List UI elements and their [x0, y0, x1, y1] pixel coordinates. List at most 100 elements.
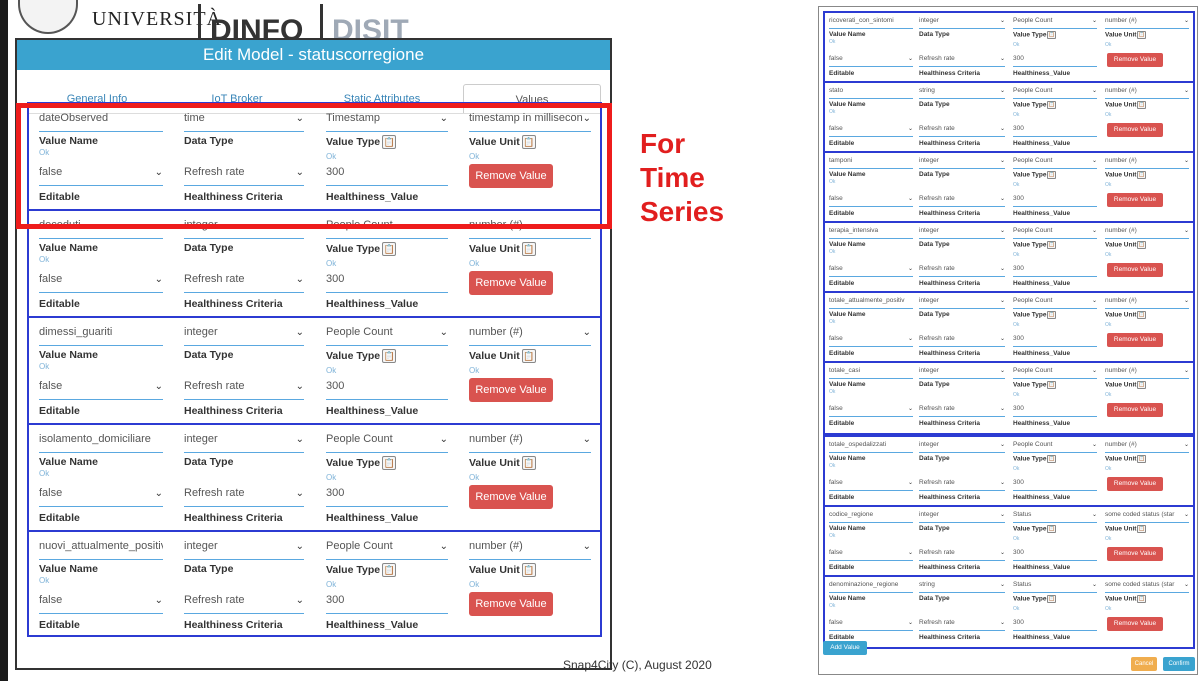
data-type-select[interactable]: integer ⌄	[184, 540, 304, 560]
clipboard-icon[interactable]: 📋	[382, 349, 397, 363]
data-type-select[interactable]: integer ⌄	[919, 297, 1005, 309]
value-type-select[interactable]: People Count ⌄	[326, 540, 448, 560]
clipboard-icon[interactable]: 📋	[1137, 595, 1147, 603]
clipboard-icon[interactable]: 📋	[1137, 241, 1147, 249]
remove-value-button[interactable]: Remove Value	[1107, 333, 1163, 347]
editable-select[interactable]: false ⌄	[829, 549, 913, 561]
remove-value-button[interactable]: Remove Value	[1107, 123, 1163, 137]
clipboard-icon[interactable]: 📋	[1047, 525, 1057, 533]
editable-select[interactable]: false ⌄	[39, 487, 163, 507]
value-name-input[interactable]: totale_ospedalizzati	[829, 441, 913, 453]
value-name-input[interactable]: totale_attualmente_positiv	[829, 297, 913, 309]
value-unit-select[interactable]: number (#) ⌄	[469, 326, 591, 346]
editable-select[interactable]: false ⌄	[39, 594, 163, 614]
value-unit-select[interactable]: number (#) ⌄	[1105, 17, 1189, 29]
healthiness-value-input[interactable]: 300	[1013, 479, 1097, 491]
clipboard-icon[interactable]: 📋	[1047, 455, 1057, 463]
value-type-select[interactable]: People Count ⌄	[326, 433, 448, 453]
healthiness-criteria-select[interactable]: Refresh rate ⌄	[919, 335, 1005, 347]
remove-value-button[interactable]: Remove Value	[1107, 617, 1163, 631]
healthiness-criteria-select[interactable]: Refresh rate ⌄	[184, 594, 304, 614]
healthiness-value-input[interactable]: 300	[1013, 549, 1097, 561]
confirm-button[interactable]: Confirm	[1163, 657, 1195, 671]
remove-value-button[interactable]: Remove Value	[1107, 193, 1163, 207]
clipboard-icon[interactable]: 📋	[1137, 171, 1147, 179]
editable-select[interactable]: false ⌄	[829, 195, 913, 207]
value-type-select[interactable]: People Count ⌄	[1013, 17, 1097, 29]
clipboard-icon[interactable]: 📋	[1047, 311, 1057, 319]
healthiness-value-input[interactable]: 300	[1013, 335, 1097, 347]
healthiness-value-input[interactable]: 300	[1013, 265, 1097, 277]
healthiness-criteria-select[interactable]: Refresh rate ⌄	[919, 55, 1005, 67]
data-type-select[interactable]: integer ⌄	[184, 326, 304, 346]
healthiness-criteria-select[interactable]: Refresh rate ⌄	[919, 549, 1005, 561]
value-unit-select[interactable]: number (#) ⌄	[1105, 297, 1189, 309]
healthiness-value-input[interactable]: 300	[1013, 55, 1097, 67]
data-type-select[interactable]: integer ⌄	[184, 433, 304, 453]
value-name-input[interactable]: totale_casi	[829, 367, 913, 379]
value-type-select[interactable]: People Count ⌄	[1013, 87, 1097, 99]
remove-value-button[interactable]: Remove Value	[469, 592, 553, 616]
healthiness-criteria-select[interactable]: Refresh rate ⌄	[184, 487, 304, 507]
data-type-select[interactable]: integer ⌄	[919, 157, 1005, 169]
value-unit-select[interactable]: some coded status (star ⌄	[1105, 581, 1189, 593]
healthiness-value-input[interactable]: 300	[326, 380, 448, 400]
remove-value-button[interactable]: Remove Value	[1107, 53, 1163, 67]
data-type-select[interactable]: integer ⌄	[919, 511, 1005, 523]
clipboard-icon[interactable]: 📋	[1047, 381, 1057, 389]
value-type-select[interactable]: People Count ⌄	[1013, 441, 1097, 453]
data-type-select[interactable]: integer ⌄	[919, 227, 1005, 239]
editable-select[interactable]: false ⌄	[829, 125, 913, 137]
editable-select[interactable]: false ⌄	[829, 405, 913, 417]
value-unit-select[interactable]: number (#) ⌄	[469, 433, 591, 453]
value-unit-select[interactable]: number (#) ⌄	[1105, 367, 1189, 379]
healthiness-criteria-select[interactable]: Refresh rate ⌄	[919, 479, 1005, 491]
clipboard-icon[interactable]: 📋	[1047, 31, 1057, 39]
value-type-select[interactable]: Status ⌄	[1013, 581, 1097, 593]
clipboard-icon[interactable]: 📋	[521, 242, 536, 256]
healthiness-value-input[interactable]: 300	[1013, 405, 1097, 417]
clipboard-icon[interactable]: 📋	[382, 563, 397, 577]
remove-value-button[interactable]: Remove Value	[1107, 547, 1163, 561]
healthiness-value-input[interactable]: 300	[1013, 125, 1097, 137]
data-type-select[interactable]: string ⌄	[919, 581, 1005, 593]
clipboard-icon[interactable]: 📋	[382, 456, 397, 470]
cancel-button[interactable]: Cancel	[1131, 657, 1157, 671]
clipboard-icon[interactable]: 📋	[521, 563, 536, 577]
data-type-select[interactable]: integer ⌄	[919, 367, 1005, 379]
healthiness-value-input[interactable]: 300	[326, 594, 448, 614]
value-name-input[interactable]: tamponi	[829, 157, 913, 169]
value-name-input[interactable]: codice_regione	[829, 511, 913, 523]
clipboard-icon[interactable]: 📋	[1047, 101, 1057, 109]
value-type-select[interactable]: People Count ⌄	[1013, 227, 1097, 239]
value-unit-select[interactable]: number (#) ⌄	[1105, 157, 1189, 169]
remove-value-button[interactable]: Remove Value	[469, 271, 553, 295]
healthiness-value-input[interactable]: 300	[1013, 619, 1097, 631]
clipboard-icon[interactable]: 📋	[1137, 525, 1147, 533]
editable-select[interactable]: false ⌄	[829, 55, 913, 67]
value-name-input[interactable]: stato	[829, 87, 913, 99]
healthiness-criteria-select[interactable]: Refresh rate ⌄	[184, 273, 304, 293]
healthiness-criteria-select[interactable]: Refresh rate ⌄	[184, 380, 304, 400]
remove-value-button[interactable]: Remove Value	[1107, 263, 1163, 277]
value-unit-select[interactable]: number (#) ⌄	[1105, 441, 1189, 453]
value-type-select[interactable]: People Count ⌄	[326, 326, 448, 346]
clipboard-icon[interactable]: 📋	[1047, 595, 1057, 603]
clipboard-icon[interactable]: 📋	[1137, 31, 1147, 39]
clipboard-icon[interactable]: 📋	[1137, 455, 1147, 463]
editable-select[interactable]: false ⌄	[829, 479, 913, 491]
data-type-select[interactable]: integer ⌄	[919, 441, 1005, 453]
clipboard-icon[interactable]: 📋	[1047, 171, 1057, 179]
healthiness-criteria-select[interactable]: Refresh rate ⌄	[919, 619, 1005, 631]
value-type-select[interactable]: People Count ⌄	[1013, 367, 1097, 379]
value-type-select[interactable]: People Count ⌄	[1013, 157, 1097, 169]
healthiness-criteria-select[interactable]: Refresh rate ⌄	[919, 195, 1005, 207]
remove-value-button[interactable]: Remove Value	[1107, 403, 1163, 417]
healthiness-criteria-select[interactable]: Refresh rate ⌄	[919, 405, 1005, 417]
remove-value-button[interactable]: Remove Value	[1107, 477, 1163, 491]
value-type-select[interactable]: People Count ⌄	[1013, 297, 1097, 309]
remove-value-button[interactable]: Remove Value	[469, 485, 553, 509]
clipboard-icon[interactable]: 📋	[1137, 311, 1147, 319]
healthiness-criteria-select[interactable]: Refresh rate ⌄	[919, 265, 1005, 277]
value-unit-select[interactable]: number (#) ⌄	[469, 540, 591, 560]
